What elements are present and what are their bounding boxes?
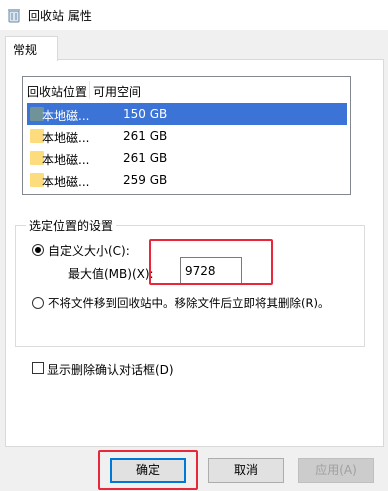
custom-size-radio[interactable] (32, 244, 44, 256)
apply-button[interactable]: 应用(A) (298, 458, 374, 483)
column-header-location[interactable]: 回收站位置 (27, 83, 87, 100)
window-title: 回收站 属性 (28, 9, 92, 23)
column-header-free-space[interactable]: 可用空间 (93, 83, 141, 100)
tab-general[interactable]: 常规 (5, 36, 58, 61)
location-size: 261 GB (123, 151, 168, 165)
confirm-delete-checkbox[interactable] (32, 362, 44, 374)
confirm-delete-label: 显示删除确认对话框(D) (47, 363, 174, 377)
column-separator (89, 81, 90, 99)
settings-group-label: 选定位置的设置 (26, 217, 117, 234)
list-item[interactable]: 本地磁... 261 GB (27, 147, 347, 169)
max-size-highlight (149, 239, 273, 285)
title-bar: 回收站 属性 (0, 0, 388, 30)
ok-button-highlight (98, 450, 198, 490)
tab-label: 常规 (13, 43, 38, 57)
no-recycle-radio[interactable] (32, 297, 44, 309)
cancel-button[interactable]: 取消 (208, 458, 284, 483)
location-list[interactable]: 回收站位置 可用空间 本地磁... 150 GB 本地磁... 261 GB 本… (22, 76, 351, 195)
location-size: 259 GB (123, 173, 168, 187)
list-header: 回收站位置 可用空间 (23, 77, 350, 103)
location-size: 261 GB (123, 129, 168, 143)
location-name: 本地磁... (42, 131, 90, 145)
list-item[interactable]: 本地磁... 259 GB (27, 169, 347, 191)
list-item[interactable]: 本地磁... 261 GB (27, 125, 347, 147)
location-name: 本地磁... (42, 175, 90, 189)
list-item[interactable]: 本地磁... 150 GB (27, 103, 347, 125)
location-name: 本地磁... (42, 153, 90, 167)
location-name: 本地磁... (42, 109, 90, 123)
max-size-label: 最大值(MB)(X): (68, 267, 154, 281)
recycle-bin-icon (8, 9, 20, 23)
custom-size-label: 自定义大小(C): (48, 244, 130, 258)
location-size: 150 GB (123, 107, 168, 121)
no-recycle-label: 不将文件移到回收站中。移除文件后立即将其删除(R)。 (48, 296, 330, 310)
